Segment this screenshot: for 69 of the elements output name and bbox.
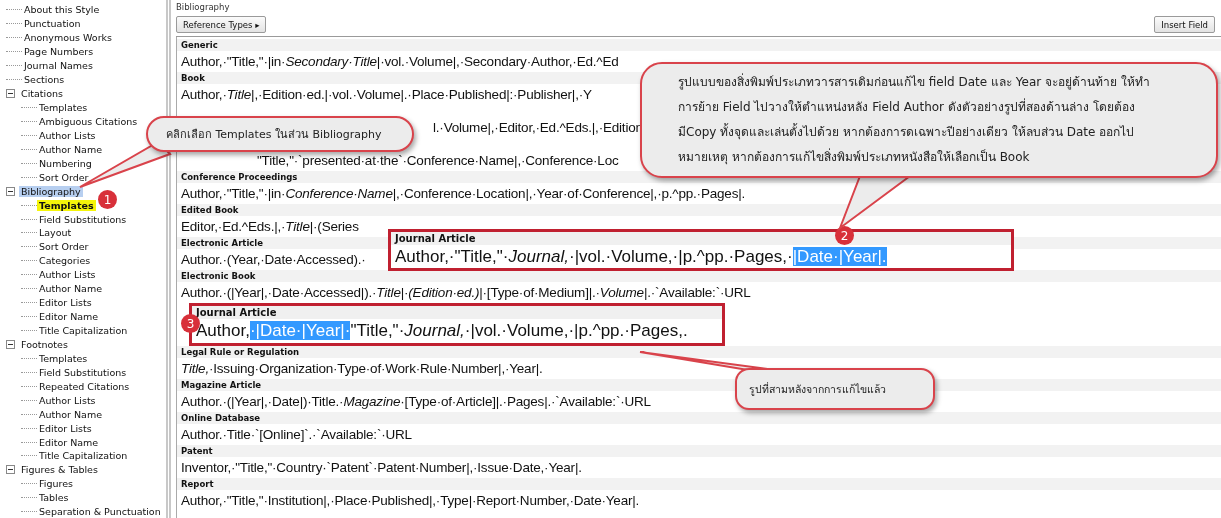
template-text[interactable]: Author,·"Title,"·Institution|,·Place·Published|,·Type|·Report·Number,·Date·Year|.	[181, 490, 640, 511]
tree-item[interactable]: Journal Names	[22, 60, 95, 72]
tree-item[interactable]: Editor Name	[37, 311, 101, 323]
template-text[interactable]: Author,·"Title,"·|in·Secondary·Title|·vol.·Volume|,·Secondary·Author,·Ed.^Ed	[181, 51, 619, 72]
step-badge: 1	[98, 190, 117, 209]
tree-item[interactable]: Author Name	[37, 283, 105, 295]
callout-text: การย้าย Field ไปวางให้ตำแหน่งหลัง Field Author ดังตัวอย่างรูปที่สองด้านล่าง โดยต้อง	[678, 97, 1136, 117]
tree-item[interactable]: Field Substitutions	[37, 366, 129, 378]
tree-item[interactable]: Separation & Punctuation	[37, 506, 163, 518]
tree-item[interactable]: Templates	[37, 102, 90, 114]
tree-item[interactable]: Numbering	[37, 157, 94, 169]
tree-item[interactable]: Citations	[19, 88, 65, 100]
tree-item[interactable]: Sort Order	[37, 241, 91, 253]
template-text[interactable]: "Title,"·`presented·at·the`·Conference·Name|,·Conference·Loc	[257, 150, 619, 171]
template-text[interactable]: Editor,·Ed.^Eds.|,·Title|·(Series	[181, 216, 359, 237]
template-text[interactable]: Author,·"Title,"·|in·Conference·Name|,·Conference·Location|,·Year·of·Conference|,·p.^pp.·Pages|.	[181, 183, 746, 204]
collapse-icon[interactable]	[6, 186, 15, 196]
tree-item[interactable]: Repeated Citations	[37, 380, 132, 392]
tree-item[interactable]: Editor Name	[37, 436, 101, 448]
tree-item[interactable]: Title Capitalization	[37, 450, 130, 462]
reference-types-button[interactable]: Reference Types ▸	[176, 16, 267, 33]
reference-type-label: Journal Article	[192, 306, 722, 319]
collapse-icon[interactable]	[6, 339, 15, 349]
reference-type-label: Report	[177, 478, 1221, 490]
reference-type-label: Edited Book	[177, 204, 1221, 216]
tree-item[interactable]: Tables	[37, 492, 71, 504]
template-text[interactable]: Author.·(Year,·Date·Accessed).·	[181, 249, 366, 270]
insert-field-button[interactable]: Insert Field	[1154, 16, 1215, 33]
template-text[interactable]: Author.·Title·`[Online]`.·`Available:`·URL	[181, 424, 412, 445]
tree-item[interactable]: Anonymous Works	[22, 32, 115, 44]
reference-type-label: Generic	[177, 39, 1221, 51]
tree-item[interactable]: Footnotes	[19, 338, 70, 350]
collapse-icon[interactable]	[6, 465, 15, 475]
tree-item[interactable]: Figures	[37, 478, 75, 490]
tree-item[interactable]: Sort Order	[37, 171, 91, 183]
tree-item[interactable]: Templates	[37, 199, 96, 211]
callout-text: มีCopy ทั้งจุดและเล่นตั้งไปด้วย หากต้องการดเฉพาะปีอย่างเดียว ให้ลบส่วน Date ออกไป	[678, 122, 1136, 142]
template-text[interactable]: Title,·Issuing·Organization·Type·of·Work·Rule·Number|,·Year|.	[181, 358, 543, 379]
tree-item[interactable]: Author Lists	[37, 129, 98, 141]
tree-item[interactable]: Categories	[37, 255, 93, 267]
tree-item[interactable]: Figures & Tables	[19, 464, 100, 476]
tree-item[interactable]: Punctuation	[22, 18, 83, 30]
tree-item[interactable]: Field Substitutions	[37, 213, 129, 225]
template-text[interactable]: l.·Volume|,·Editor,·Ed.^Eds.|,·Edition	[433, 117, 643, 138]
tree-item[interactable]: Page Numbers	[22, 46, 96, 58]
panel-title: Bibliography	[176, 2, 231, 14]
tree-item[interactable]: Title Capitalization	[37, 325, 130, 337]
collapse-icon[interactable]	[6, 89, 15, 99]
tree-item[interactable]: About this Style	[22, 4, 102, 16]
tree-item[interactable]: Author Name	[37, 143, 105, 155]
template-text[interactable]: Author,·Title|,·Edition·ed.|·vol.·Volume|.·Place·Published|:·Publisher|,·Y	[181, 84, 592, 105]
tree-item[interactable]: Ambiguous Citations	[37, 115, 140, 127]
tree-item[interactable]: Author Lists	[37, 269, 98, 281]
tree-item[interactable]: Sections	[22, 74, 67, 86]
tree-item[interactable]: Editor Lists	[37, 297, 94, 309]
template-text[interactable]: Author.·(|Year|,·Date·Accessed|).·Title|·(Edition·ed.)|·[Type·of·Medium]|.·Volume|.·`Available:`·URL	[181, 282, 751, 303]
reference-type-label: Electronic Book	[177, 270, 1221, 282]
tree-item[interactable]: Layout	[37, 227, 74, 239]
tree-item[interactable]: Bibliography	[19, 185, 83, 197]
tree-item[interactable]: Author Name	[37, 408, 105, 420]
reference-type-label: Online Database	[177, 412, 1221, 424]
callout-text: หมายเหตุ หากต้องการแก้ไขสิ่งพิมพ์ประเภทหนังสือให้เลือกเป็น Book	[678, 147, 1031, 167]
reference-type-label: Patent	[177, 445, 1221, 457]
tree-item[interactable]: Templates	[37, 352, 90, 364]
reference-type-label: Legal Rule or Regulation	[177, 346, 1221, 358]
tree-item[interactable]: Editor Lists	[37, 422, 94, 434]
tree-item[interactable]: Author Lists	[37, 394, 98, 406]
template-text[interactable]: Author.·(|Year|,·Date|)·Title.·Magazine·[Type·of·Article]|.·Pages|.·`Available:`·URL	[181, 391, 651, 412]
template-text[interactable]: Inventor,·"Title,"·Country·`Patent`·Patent·Number|,·Issue·Date,·Year|.	[181, 457, 582, 478]
